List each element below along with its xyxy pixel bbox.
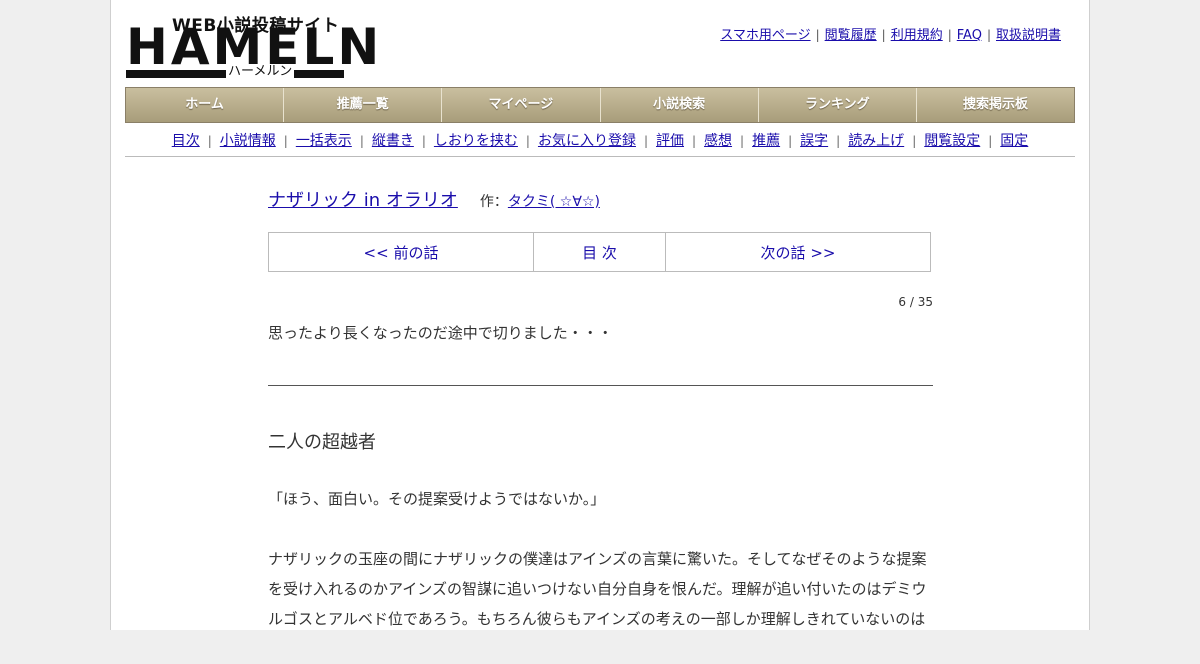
link-smartphone[interactable]: スマホ用ページ xyxy=(720,28,810,43)
separator: | xyxy=(912,134,917,148)
link-faq[interactable]: FAQ xyxy=(957,28,982,43)
separator: | xyxy=(359,134,364,148)
divider xyxy=(125,156,1075,157)
separator: | xyxy=(283,134,288,148)
submenu-settings[interactable]: 閲覧設定 xyxy=(924,133,980,149)
link-manual[interactable]: 取扱説明書 xyxy=(996,28,1061,43)
next-chapter-button[interactable]: 次の話 >> xyxy=(666,233,930,271)
author-link[interactable]: タクミ( ☆∀☆) xyxy=(508,194,600,210)
separator: | xyxy=(815,28,820,42)
submenu-favorite[interactable]: お気に入り登録 xyxy=(538,133,636,149)
separator: | xyxy=(207,134,212,148)
nav-mypage[interactable]: マイページ xyxy=(442,88,601,122)
nav-search[interactable]: 小説検索 xyxy=(600,88,759,122)
novel-title[interactable]: ナザリック in オラリオ xyxy=(268,190,458,211)
chapter-preface: 思ったより長くなったのだ途中で切りました・・・ xyxy=(268,324,613,342)
chapter-body: 「ほう、面白い。その提案受けようではないか。」 ナザリックの玉座の間にナザリック… xyxy=(268,484,933,664)
main-nav: ホーム 推薦一覧 マイページ 小説検索 ランキング 捜索掲示板 xyxy=(125,87,1075,123)
separator: | xyxy=(525,134,530,148)
nav-home[interactable]: ホーム xyxy=(126,88,285,122)
submenu-typo[interactable]: 誤字 xyxy=(800,133,828,149)
submenu-recommend[interactable]: 推薦 xyxy=(752,133,780,149)
separator: | xyxy=(421,134,426,148)
chapter-title: 二人の超越者 xyxy=(268,432,376,453)
novel-header: ナザリック in オラリオ 作：タクミ( ☆∀☆) xyxy=(268,186,600,212)
submenu-info[interactable]: 小説情報 xyxy=(220,133,276,149)
link-terms[interactable]: 利用規約 xyxy=(891,28,943,43)
body-paragraph: 「ほう、面白い。その提案受けようではないか。」 xyxy=(268,490,606,508)
link-history[interactable]: 閲覧履歴 xyxy=(825,28,877,43)
submenu-pin[interactable]: 固定 xyxy=(1000,133,1028,149)
separator: | xyxy=(740,134,745,148)
top-links: スマホ用ページ | 閲覧履歴 | 利用規約 | FAQ | 取扱説明書 xyxy=(720,24,1061,43)
novel-submenu: 目次 | 小説情報 | 一括表示 | 縦書き | しおりを挟む | お気に入り登録 | 評価 | 感想 | 推薦… xyxy=(125,130,1075,150)
prev-chapter-button[interactable]: << 前の話 xyxy=(269,233,534,271)
nav-board[interactable]: 捜索掲示板 xyxy=(916,88,1075,122)
separator: | xyxy=(947,28,952,42)
logo-kana: ハーメルン xyxy=(226,64,295,79)
submenu-readaloud[interactable]: 読み上げ xyxy=(848,133,904,149)
separator: | xyxy=(692,134,697,148)
nav-ranking[interactable]: ランキング xyxy=(758,88,917,122)
submenu-vertical[interactable]: 縦書き xyxy=(372,133,414,149)
separator: | xyxy=(788,134,793,148)
separator: | xyxy=(881,28,886,42)
toc-button[interactable]: 目 次 xyxy=(534,233,666,271)
separator: | xyxy=(643,134,648,148)
separator: | xyxy=(988,134,993,148)
separator: | xyxy=(986,28,991,42)
chapter-pager: << 前の話 目 次 次の話 >> xyxy=(268,232,931,272)
submenu-all[interactable]: 一括表示 xyxy=(296,133,352,149)
chapter-counter: 6 / 35 xyxy=(898,295,933,309)
submenu-bookmark[interactable]: しおりを挟む xyxy=(434,133,518,149)
author-prefix: 作： xyxy=(479,194,508,210)
nav-recommend[interactable]: 推薦一覧 xyxy=(284,88,443,122)
submenu-review[interactable]: 感想 xyxy=(704,133,732,149)
submenu-rate[interactable]: 評価 xyxy=(656,133,684,149)
separator: | xyxy=(836,134,841,148)
submenu-toc[interactable]: 目次 xyxy=(172,133,200,149)
divider xyxy=(268,385,933,386)
body-paragraph: ナザリックの玉座の間にナザリックの僕達はアインズの言葉に驚いた。そしてなぜそのよ… xyxy=(268,550,927,628)
